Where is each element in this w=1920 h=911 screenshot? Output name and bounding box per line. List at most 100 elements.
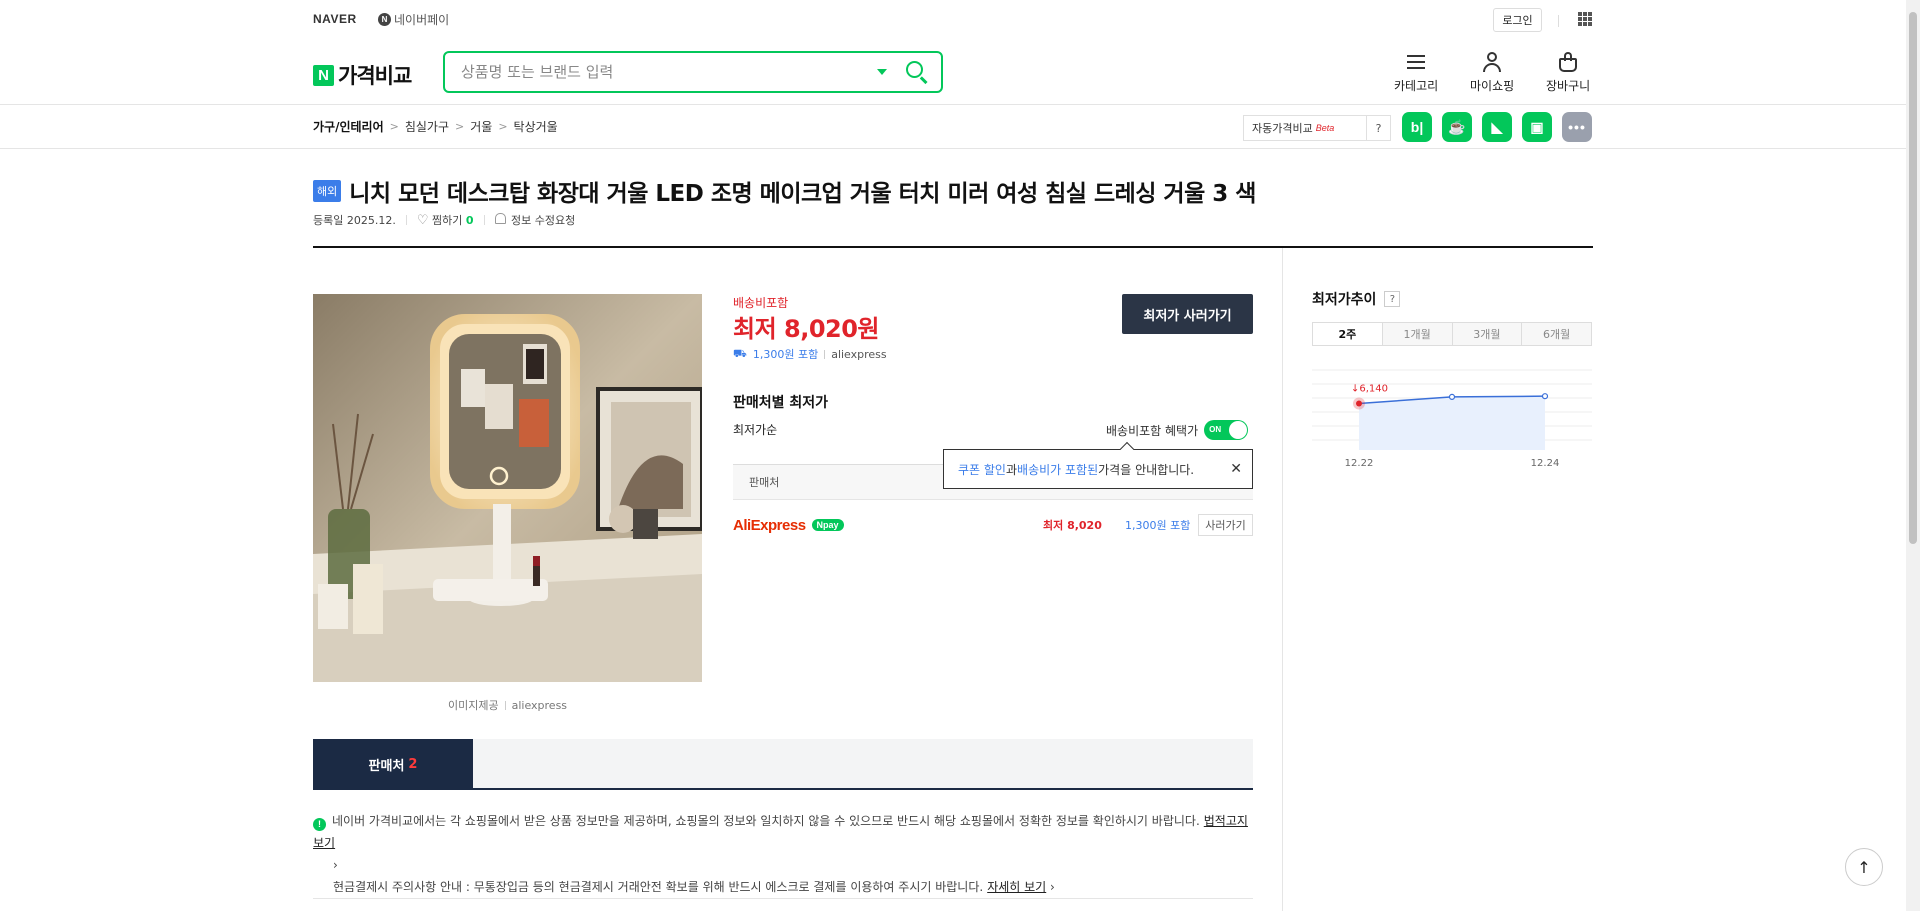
lowest-marker — [1356, 400, 1362, 407]
category-button[interactable]: 카테고리 — [1394, 50, 1438, 94]
sort-lowest-button[interactable]: 최저가순 — [733, 421, 777, 438]
breadcrumb-item[interactable]: 침실가구 — [405, 118, 449, 135]
overseas-badge: 해외 — [313, 180, 342, 202]
x-tick-label: 12.22 — [1345, 458, 1374, 469]
price-compare-logo[interactable]: N 가격비교 — [313, 60, 412, 90]
bag-icon — [1556, 50, 1580, 74]
breadcrumb-item[interactable]: 거울 — [470, 118, 492, 135]
seller-price[interactable]: 최저 8,020 — [1043, 517, 1102, 533]
memo-icon[interactable]: ▣ — [1522, 112, 1552, 142]
search-icon[interactable] — [905, 60, 929, 84]
wish-button[interactable]: ♡ 찜하기 0 — [417, 212, 474, 228]
npay-badge: Npay — [811, 519, 844, 531]
auto-compare-box: 자동가격비교 Beta ? — [1243, 115, 1391, 141]
search-input[interactable] — [461, 63, 877, 81]
naver-pay-link[interactable]: N 네이버페이 — [378, 11, 449, 28]
registered-date: 등록일 2025.12. — [313, 214, 396, 227]
seller-buy-button[interactable]: 사러가기 — [1198, 514, 1253, 536]
keep-icon[interactable]: ◣ — [1482, 112, 1512, 142]
scroll-to-top-button[interactable]: ↑ — [1845, 848, 1883, 886]
product-title-row: 해외 니치 모던 데스크탑 화장대 거울 LED 조명 메이크업 거울 터치 미… — [313, 174, 1256, 208]
breadcrumb-separator: > — [455, 120, 465, 133]
divider — [405, 215, 407, 225]
breadcrumb-item[interactable]: 가구/인테리어 — [313, 118, 384, 135]
truck-icon: ⛟ — [733, 346, 747, 360]
blog-icon[interactable]: b| — [1402, 112, 1432, 142]
help-icon[interactable]: ? — [1384, 291, 1401, 307]
chevron-down-icon[interactable] — [877, 69, 887, 75]
price-trend-title: 최저가추이 ? — [1312, 289, 1401, 309]
price-trend-label: 최저가추이 — [1312, 292, 1377, 308]
beta-badge: Beta — [1315, 123, 1335, 133]
person-icon — [1480, 50, 1504, 74]
npay-icon: N — [378, 13, 391, 26]
trend-area — [1359, 396, 1545, 450]
naver-pay-label: 네이버페이 — [394, 13, 450, 27]
breadcrumb-separator: > — [498, 120, 508, 133]
tab-6months[interactable]: 6개월 — [1521, 323, 1591, 345]
heart-icon: ♡ — [416, 213, 429, 228]
breadcrumb-separator: > — [389, 120, 399, 133]
shipping-fee-info: ⛟ 1,300원 포함 aliexpress — [733, 346, 887, 362]
lowest-annotation: ↓6,140 — [1351, 383, 1388, 394]
buy-lowest-button[interactable]: 최저가 사러가기 — [1122, 294, 1253, 334]
my-shopping-button[interactable]: 마이쇼핑 — [1470, 50, 1514, 94]
benefit-label: 배송비포함 혜택가 — [1106, 423, 1199, 438]
help-icon[interactable]: ? — [1366, 116, 1390, 140]
more-icon[interactable]: ••• — [1562, 112, 1592, 142]
naver-logo[interactable]: NAVER — [313, 12, 357, 26]
divider — [824, 349, 826, 359]
divider — [504, 700, 506, 710]
notice-text: 현금결제시 주의사항 안내 : 무통장입금 등의 현금결제시 거래안전 확보를 … — [333, 880, 984, 894]
tooltip-coupon-link: 쿠폰 할인 — [958, 462, 1006, 477]
close-icon[interactable]: ✕ — [1230, 461, 1242, 477]
breadcrumb-divider — [0, 148, 1906, 149]
tab-sellers-label: 판매처 — [368, 759, 405, 774]
notice-line: 현금결제시 주의사항 안내 : 무통장입금 등의 현금결제시 거래안전 확보를 … — [313, 876, 1253, 898]
breadcrumb: 가구/인테리어 > 침실가구 > 거울 > 탁상거울 — [313, 118, 558, 135]
toggle-knob — [1229, 421, 1248, 439]
cart-button[interactable]: 장바구니 — [1546, 50, 1590, 94]
my-shopping-label: 마이쇼핑 — [1470, 79, 1515, 93]
product-meta: 등록일 2025.12. ♡ 찜하기 0 정보 수정요청 — [313, 212, 575, 228]
trend-point — [1541, 393, 1549, 400]
product-image[interactable] — [313, 294, 702, 682]
trend-point — [1448, 393, 1456, 401]
mall-name: aliexpress — [831, 347, 887, 361]
benefit-tooltip: 쿠폰 할인 과 배송비가 포함된 가격을 안내합니다. ✕ — [943, 441, 1253, 489]
wish-label: 찜하기 — [432, 214, 463, 227]
tab-1month[interactable]: 1개월 — [1381, 323, 1452, 345]
shipping-fee: 1,300원 포함 — [752, 348, 819, 361]
tab-sellers[interactable]: 판매처 2 — [313, 739, 473, 790]
details-link[interactable]: 자세히 보기 — [987, 880, 1046, 894]
legal-notice: ! 네이버 가격비교에서는 각 쇼핑몰에서 받은 상품 정보만을 제공하며, 쇼핑… — [313, 810, 1253, 898]
benefit-toggle[interactable]: ON — [1204, 420, 1249, 440]
scrollbar-thumb[interactable] — [1909, 12, 1917, 544]
auto-compare-label: 자동가격비교 — [1252, 122, 1313, 135]
wish-count: 0 — [465, 214, 474, 227]
info-icon: ! — [313, 818, 326, 831]
auto-compare-button[interactable]: 자동가격비교 Beta — [1244, 120, 1366, 136]
grid-icon[interactable] — [1578, 12, 1592, 26]
bell-icon — [494, 213, 506, 224]
notice-line: ! 네이버 가격비교에서는 각 쇼핑몰에서 받은 상품 정보만을 제공하며, 쇼핑… — [313, 810, 1253, 876]
divider — [483, 215, 485, 225]
title-divider — [313, 246, 1593, 248]
notice-text: 네이버 가격비교에서는 각 쇼핑몰에서 받은 상품 정보만을 제공하며, 쇼핑몰… — [332, 814, 1200, 828]
price-trend-chart: ↓6,140 12.22 12.24 — [1312, 369, 1592, 469]
product-title: 니치 모던 데스크탑 화장대 거울 LED 조명 메이크업 거울 터치 미러 여… — [349, 181, 1256, 207]
aliexpress-logo[interactable]: AliExpress — [733, 517, 806, 534]
breadcrumb-item[interactable]: 탁상거울 — [514, 118, 558, 135]
search-box — [443, 51, 943, 93]
naver-n-icon: N — [313, 64, 334, 86]
cafe-icon[interactable]: ☕ — [1442, 112, 1472, 142]
chevron-right-icon[interactable]: › — [1050, 880, 1055, 894]
report-label: 정보 수정요청 — [511, 214, 576, 227]
chevron-right-icon[interactable]: › — [313, 858, 338, 872]
login-button[interactable]: 로그인 — [1493, 8, 1542, 32]
seller-row: AliExpress Npay 최저 8,020 1,300원 포함 사러가기 — [733, 513, 1253, 537]
tab-2weeks[interactable]: 2주 — [1313, 323, 1382, 345]
tab-3months[interactable]: 3개월 — [1451, 323, 1522, 345]
seller-lowest-title: 판매처별 최저가 — [733, 395, 829, 411]
report-button[interactable]: 정보 수정요청 — [494, 212, 576, 228]
